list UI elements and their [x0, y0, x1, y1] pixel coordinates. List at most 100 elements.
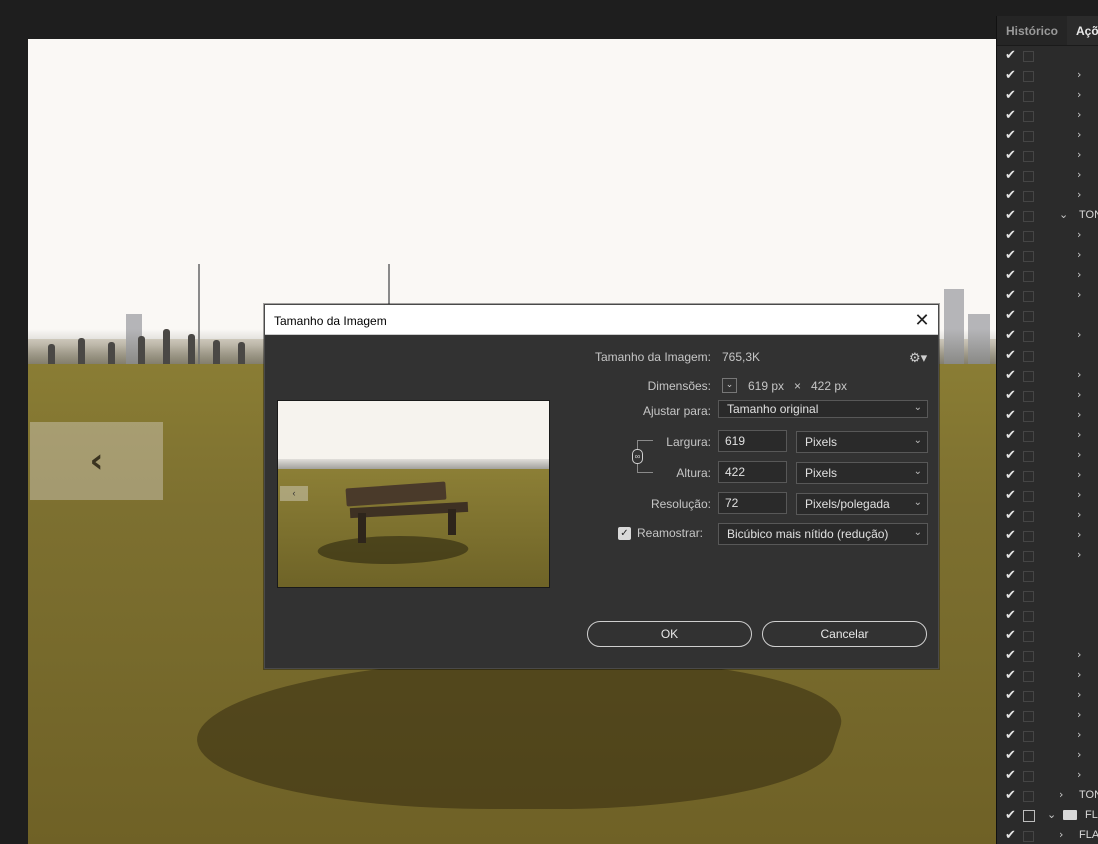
checkmark-icon[interactable]: ✔: [1005, 48, 1016, 63]
action-row[interactable]: ✔ ⌄ FL: [997, 806, 1098, 826]
dialog-toggle-box[interactable]: [1023, 831, 1034, 842]
dialog-toggle-box[interactable]: [1023, 371, 1034, 382]
action-row[interactable]: ✔ ›: [997, 226, 1098, 246]
action-row[interactable]: ✔ ›: [997, 526, 1098, 546]
action-row[interactable]: ✔ ›: [997, 426, 1098, 446]
chevron-right-icon[interactable]: ›: [1077, 328, 1081, 341]
chevron-right-icon[interactable]: ›: [1077, 368, 1081, 381]
checkmark-icon[interactable]: ✔: [1005, 148, 1016, 163]
width-unit-select[interactable]: Pixels ⌄: [796, 431, 928, 453]
action-row[interactable]: ✔ ›: [997, 326, 1098, 346]
dialog-toggle-box[interactable]: [1023, 651, 1034, 662]
width-input[interactable]: 619: [718, 430, 787, 452]
checkmark-icon[interactable]: ✔: [1005, 468, 1016, 483]
checkmark-icon[interactable]: ✔: [1005, 348, 1016, 363]
dialog-toggle-box[interactable]: [1023, 351, 1034, 362]
action-row[interactable]: ✔: [997, 566, 1098, 586]
dialog-toggle-box[interactable]: [1023, 751, 1034, 762]
dialog-toggle-box[interactable]: [1023, 591, 1034, 602]
chevron-down-icon[interactable]: ⌄: [722, 378, 737, 393]
action-row[interactable]: ✔: [997, 626, 1098, 646]
checkmark-icon[interactable]: ✔: [1005, 548, 1016, 563]
chevron-right-icon[interactable]: ›: [1077, 748, 1081, 761]
chevron-right-icon[interactable]: ›: [1077, 508, 1081, 521]
image-preview[interactable]: ‹: [277, 400, 550, 588]
tab-acoes[interactable]: Açõ: [1067, 16, 1098, 45]
chevron-right-icon[interactable]: ⌄: [1047, 808, 1056, 821]
cancel-button[interactable]: Cancelar: [762, 621, 927, 647]
chevron-right-icon[interactable]: ›: [1077, 68, 1081, 81]
dialog-toggle-box[interactable]: [1023, 131, 1034, 142]
action-row[interactable]: ✔ ›: [997, 186, 1098, 206]
resolution-input[interactable]: 72: [718, 492, 787, 514]
chevron-right-icon[interactable]: ›: [1077, 708, 1081, 721]
checkmark-icon[interactable]: ✔: [1005, 808, 1016, 823]
dialog-toggle-box[interactable]: [1023, 631, 1034, 642]
action-row[interactable]: ✔ ›: [997, 366, 1098, 386]
action-row[interactable]: ✔ ›: [997, 406, 1098, 426]
dialog-toggle-box[interactable]: [1023, 171, 1034, 182]
height-input[interactable]: 422: [718, 461, 787, 483]
ok-button[interactable]: OK: [587, 621, 752, 647]
chevron-right-icon[interactable]: ›: [1077, 288, 1081, 301]
chevron-right-icon[interactable]: ›: [1059, 788, 1063, 801]
constrain-proportions-link-icon[interactable]: ∞: [632, 449, 643, 464]
checkmark-icon[interactable]: ✔: [1005, 108, 1016, 123]
checkmark-icon[interactable]: ✔: [1005, 688, 1016, 703]
dialog-toggle-icon[interactable]: [1023, 810, 1035, 822]
close-icon[interactable]: ✕: [906, 305, 938, 335]
dialog-toggle-box[interactable]: [1023, 391, 1034, 402]
action-row[interactable]: ✔ ›: [997, 546, 1098, 566]
height-unit-select[interactable]: Pixels ⌄: [796, 462, 928, 484]
action-row[interactable]: ✔ ›: [997, 86, 1098, 106]
action-row[interactable]: ✔ › FLA: [997, 826, 1098, 844]
chevron-right-icon[interactable]: ›: [1077, 228, 1081, 241]
dialog-titlebar[interactable]: Tamanho da Imagem ✕: [265, 305, 938, 335]
checkmark-icon[interactable]: ✔: [1005, 508, 1016, 523]
chevron-right-icon[interactable]: ›: [1077, 668, 1081, 681]
checkmark-icon[interactable]: ✔: [1005, 428, 1016, 443]
dialog-toggle-box[interactable]: [1023, 531, 1034, 542]
action-row[interactable]: ✔ ›: [997, 706, 1098, 726]
checkmark-icon[interactable]: ✔: [1005, 288, 1016, 303]
chevron-right-icon[interactable]: ›: [1077, 88, 1081, 101]
action-row[interactable]: ✔: [997, 606, 1098, 626]
checkmark-icon[interactable]: ✔: [1005, 268, 1016, 283]
chevron-right-icon[interactable]: ›: [1077, 548, 1081, 561]
checkmark-icon[interactable]: ✔: [1005, 768, 1016, 783]
slideshow-prev-button[interactable]: ‹: [30, 422, 163, 500]
dialog-toggle-box[interactable]: [1023, 411, 1034, 422]
chevron-right-icon[interactable]: ›: [1077, 188, 1081, 201]
action-row[interactable]: ✔ ›: [997, 286, 1098, 306]
chevron-right-icon[interactable]: ›: [1077, 728, 1081, 741]
action-row[interactable]: ✔ ›: [997, 746, 1098, 766]
tab-historico[interactable]: Histórico: [997, 16, 1067, 45]
action-row[interactable]: ✔ ›: [997, 726, 1098, 746]
chevron-right-icon[interactable]: ›: [1077, 248, 1081, 261]
chevron-right-icon[interactable]: ›: [1077, 268, 1081, 281]
action-row[interactable]: ✔ ›: [997, 446, 1098, 466]
action-row[interactable]: ✔ ›: [997, 66, 1098, 86]
dialog-toggle-box[interactable]: [1023, 71, 1034, 82]
checkmark-icon[interactable]: ✔: [1005, 648, 1016, 663]
checkmark-icon[interactable]: ✔: [1005, 208, 1016, 223]
chevron-right-icon[interactable]: ›: [1077, 488, 1081, 501]
dialog-toggle-box[interactable]: [1023, 551, 1034, 562]
action-row[interactable]: ✔ ›: [997, 506, 1098, 526]
action-row[interactable]: ✔ ›: [997, 266, 1098, 286]
action-row[interactable]: ✔ ›: [997, 466, 1098, 486]
action-row[interactable]: ✔: [997, 46, 1098, 66]
checkmark-icon[interactable]: ✔: [1005, 188, 1016, 203]
checkmark-icon[interactable]: ✔: [1005, 528, 1016, 543]
action-row[interactable]: ✔ ›: [997, 386, 1098, 406]
chevron-right-icon[interactable]: ›: [1077, 168, 1081, 181]
resolution-unit-select[interactable]: Pixels/polegada ⌄: [796, 493, 928, 515]
action-row[interactable]: ✔: [997, 586, 1098, 606]
dialog-toggle-box[interactable]: [1023, 311, 1034, 322]
dialog-toggle-box[interactable]: [1023, 151, 1034, 162]
gear-icon[interactable]: ⚙▾: [909, 351, 927, 366]
action-row[interactable]: ✔ ›: [997, 646, 1098, 666]
checkmark-icon[interactable]: ✔: [1005, 68, 1016, 83]
chevron-right-icon[interactable]: ›: [1077, 428, 1081, 441]
chevron-right-icon[interactable]: ›: [1077, 468, 1081, 481]
